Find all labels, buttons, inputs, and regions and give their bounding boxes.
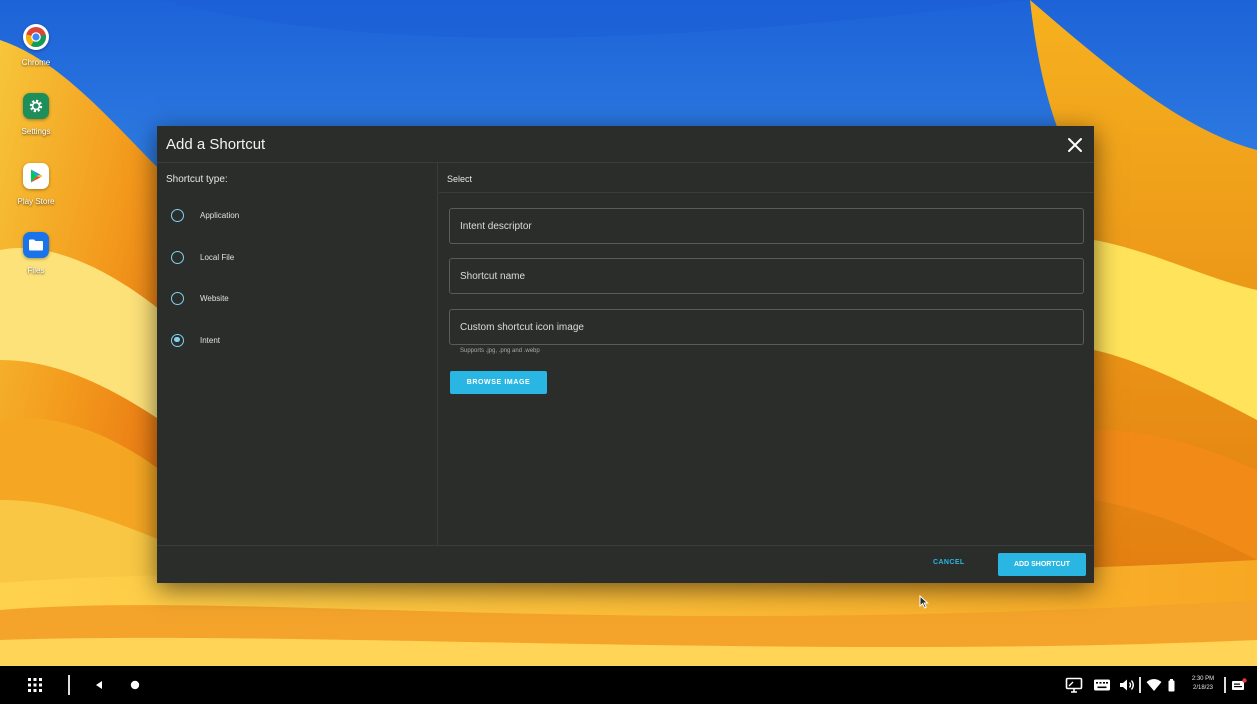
battery-icon xyxy=(1166,676,1176,694)
add-shortcut-dialog: Add a Shortcut Shortcut type: Applicatio… xyxy=(157,126,1094,609)
dialog-title: Add a Shortcut xyxy=(166,136,266,153)
app-launcher-icon[interactable] xyxy=(26,676,44,694)
close-icon xyxy=(1068,138,1082,152)
radio-button[interactable] xyxy=(171,250,184,264)
browse-image-button[interactable]: BROWSE IMAGE xyxy=(450,371,547,394)
close-button[interactable] xyxy=(1064,134,1086,156)
home-icon[interactable] xyxy=(128,678,142,692)
clock-date: 2/18/23 xyxy=(1192,685,1214,691)
notifications-icon[interactable] xyxy=(1230,676,1248,694)
radio-option-local-file[interactable]: Local File xyxy=(171,249,234,265)
radio-label: Intent xyxy=(200,335,221,345)
custom-icon-field[interactable] xyxy=(449,309,1084,345)
taskbar-divider xyxy=(68,675,70,695)
radio-button-selected[interactable] xyxy=(171,333,184,347)
desktop-icon-label: Settings xyxy=(21,127,51,136)
add-shortcut-button[interactable]: ADD SHORTCUT xyxy=(998,553,1086,576)
radio-label: Application xyxy=(200,210,240,220)
dialog-header: Add a Shortcut xyxy=(157,126,1094,163)
desktop-icon-settings[interactable]: Settings xyxy=(12,93,60,136)
radio-button[interactable] xyxy=(171,291,184,305)
radio-button[interactable] xyxy=(171,208,184,222)
dialog-footer: CANCEL ADD SHORTCUT xyxy=(157,545,1094,583)
file-type-hint: Supports .jpg, .png and .webp xyxy=(460,348,540,354)
desktop-icon-label: Play Store xyxy=(17,197,55,206)
radio-option-application[interactable]: Application xyxy=(171,207,239,223)
details-header: Select xyxy=(439,163,1094,193)
radio-option-intent[interactable]: Intent xyxy=(171,332,220,348)
shortcut-name-field[interactable] xyxy=(449,258,1084,294)
custom-icon-input[interactable] xyxy=(450,310,1083,344)
wifi-icon[interactable] xyxy=(1145,676,1163,694)
back-icon[interactable] xyxy=(92,678,106,692)
chrome-icon xyxy=(23,24,49,50)
shortcut-details-pane: Select Supports .jpg, .png and .webp BRO… xyxy=(439,163,1094,609)
desktop-icon-chrome[interactable]: Chrome xyxy=(12,24,60,67)
clock[interactable]: 2:30 PM 2/18/23 xyxy=(1183,675,1223,693)
tray-divider xyxy=(1224,677,1226,693)
play-store-icon xyxy=(23,163,49,189)
desktop-icon-files[interactable]: Files xyxy=(12,232,60,275)
shortcut-name-input[interactable] xyxy=(450,259,1083,293)
shortcut-type-heading: Shortcut type: xyxy=(166,174,228,185)
cancel-button[interactable]: CANCEL xyxy=(933,559,965,566)
tray-divider xyxy=(1139,677,1141,693)
keyboard-icon[interactable] xyxy=(1092,676,1112,694)
desktop-icon-play-store[interactable]: Play Store xyxy=(12,163,60,206)
gear-icon xyxy=(23,93,49,119)
radio-option-website[interactable]: Website xyxy=(171,290,229,306)
details-heading: Select xyxy=(447,174,473,184)
intent-descriptor-input[interactable] xyxy=(450,209,1083,243)
desktop-icon-label: Files xyxy=(27,266,45,275)
volume-icon[interactable] xyxy=(1118,676,1136,694)
folder-icon xyxy=(23,232,49,258)
screen-cast-icon[interactable] xyxy=(1064,676,1084,694)
desktop-icon-label: Chrome xyxy=(21,58,51,67)
radio-label: Local File xyxy=(200,252,235,262)
shortcut-type-pane: Shortcut type: Application Local File We… xyxy=(157,163,438,545)
taskbar: 2:30 PM 2/18/23 xyxy=(0,666,1257,704)
radio-label: Website xyxy=(200,293,229,303)
mouse-cursor-icon xyxy=(919,594,929,614)
clock-time: 2:30 PM xyxy=(1191,676,1215,682)
intent-descriptor-field[interactable] xyxy=(449,208,1084,244)
